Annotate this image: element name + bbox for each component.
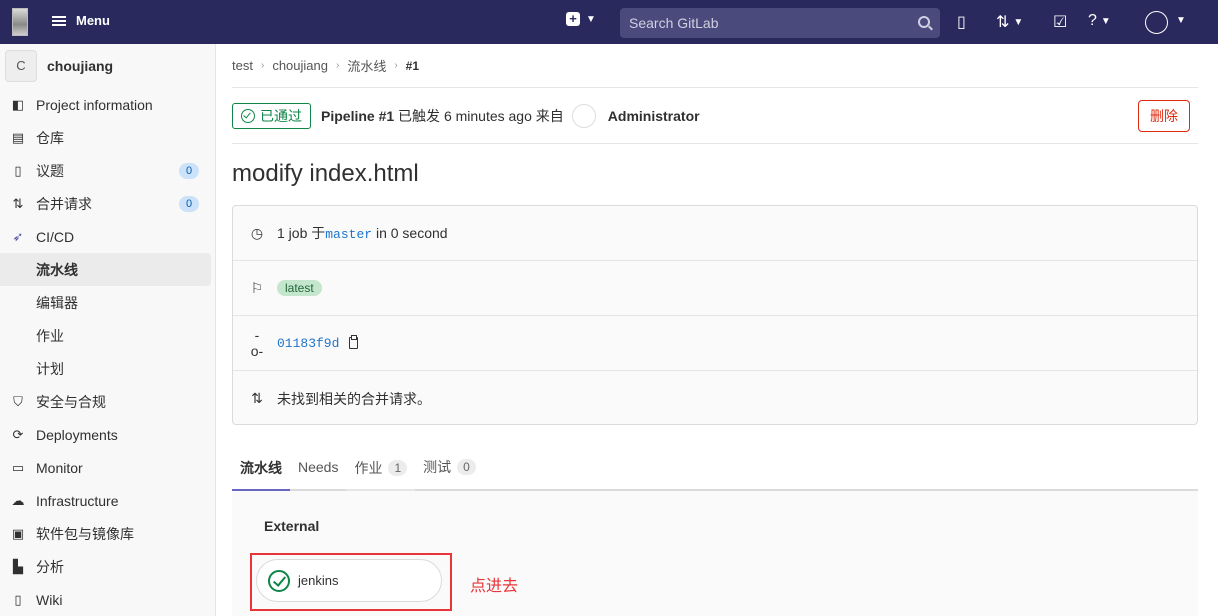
- clock-icon: ◷: [250, 224, 264, 241]
- chevron-down-icon[interactable]: ▼: [1176, 15, 1186, 26]
- breadcrumb-item[interactable]: choujiang: [272, 58, 328, 73]
- project-name: choujiang: [47, 58, 114, 74]
- flag-icon: ⚐: [250, 279, 264, 296]
- sidebar-item-issues[interactable]: ▯ 议题 0: [0, 154, 215, 187]
- sidebar-item-merge-requests[interactable]: ⇅ 合并请求 0: [0, 187, 215, 220]
- info-row-jobs: ◷ 1 job 于master in 0 second: [233, 206, 1197, 261]
- pipeline-header: 已通过 Pipeline #1 已触发 6 minutes ago 来自 Adm…: [232, 88, 1198, 144]
- top-navbar: Menu + ▼ ▯ ⇅▼ ☑ ?▼ ▼: [0, 0, 1218, 44]
- sidebar-item-pipelines[interactable]: 流水线: [0, 253, 211, 286]
- plus-icon: +: [566, 12, 580, 26]
- sidebar-item-wiki[interactable]: ▯ Wiki: [0, 583, 215, 616]
- check-circle-icon: [268, 569, 290, 592]
- chevron-down-icon: ▼: [586, 13, 596, 25]
- gitlab-logo[interactable]: [12, 8, 28, 36]
- tab-jobs[interactable]: 作业 1: [346, 447, 416, 491]
- issues-count-badge: 0: [179, 163, 199, 179]
- chevron-right-icon: ›: [394, 60, 398, 71]
- new-dropdown-button[interactable]: + ▼: [566, 12, 596, 26]
- breadcrumb: test › choujiang › 流水线 › #1: [232, 44, 1198, 88]
- breadcrumb-current[interactable]: #1: [406, 59, 419, 73]
- pipeline-title: Pipeline #1: [321, 107, 395, 124]
- issues-icon: ▯: [14, 162, 22, 178]
- latest-badge: latest: [277, 280, 322, 296]
- info-row-tags: ⚐ latest: [233, 261, 1197, 316]
- info-row-merge-request: ⇅ 未找到相关的合并请求。: [233, 371, 1197, 426]
- branch-link[interactable]: master: [325, 227, 372, 242]
- pipeline-tabs: 流水线 Needs 作业 1 测试 0: [232, 447, 1198, 491]
- deployments-icon: ⟳: [12, 426, 24, 442]
- status-badge[interactable]: 已通过: [232, 102, 311, 129]
- menu-button[interactable]: Menu: [52, 13, 110, 28]
- user-avatar-menu[interactable]: [1145, 11, 1168, 34]
- main-content: test › choujiang › 流水线 › #1 已通过 Pipeline…: [232, 44, 1198, 616]
- breadcrumb-item[interactable]: 流水线: [347, 56, 386, 75]
- pipeline-time: 6 minutes ago: [443, 107, 532, 124]
- sidebar-item-infrastructure[interactable]: ☁ Infrastructure: [0, 484, 215, 517]
- commit-sha-link[interactable]: 01183f9d: [277, 336, 339, 351]
- pipeline-user[interactable]: Administrator: [608, 108, 700, 124]
- search-box[interactable]: [620, 8, 940, 38]
- chevron-right-icon: ›: [260, 60, 265, 71]
- merge-request-icon: ⇅: [12, 195, 24, 211]
- doc-icon: ▤: [11, 129, 25, 145]
- sidebar-item-analytics[interactable]: ▙ 分析: [0, 550, 215, 583]
- page-title: modify index.html: [232, 160, 419, 187]
- hamburger-icon: [52, 15, 66, 26]
- monitor-icon: ▭: [11, 459, 25, 475]
- tab-needs[interactable]: Needs: [290, 445, 346, 489]
- project-avatar: C: [5, 50, 37, 82]
- sidebar-item-security[interactable]: ⛉ 安全与合规: [0, 385, 215, 418]
- sidebar-item-deployments[interactable]: ⟳ Deployments: [0, 418, 215, 451]
- sidebar-item-repository[interactable]: ▤ 仓库: [0, 121, 215, 154]
- pipeline-info-box: ◷ 1 job 于master in 0 second ⚐ latest -o-…: [232, 205, 1198, 425]
- annotation-text: 点进去: [470, 578, 519, 595]
- rocket-icon: ➶: [12, 228, 24, 244]
- issues-nav-icon[interactable]: ▯: [957, 12, 966, 32]
- breadcrumb-item[interactable]: test: [232, 58, 253, 73]
- pipeline-summary: Pipeline #1 已触发 6 minutes ago 来自: [321, 107, 564, 124]
- sidebar-project[interactable]: C choujiang: [0, 44, 215, 88]
- shield-icon: ⛉: [13, 393, 23, 409]
- sidebar-item-jobs[interactable]: 作业: [0, 319, 215, 352]
- check-circle-icon: [241, 108, 255, 123]
- tab-pipeline[interactable]: 流水线: [232, 447, 290, 491]
- job-name: jenkins: [298, 573, 339, 588]
- pipeline-graph: External jenkins 点进去: [232, 491, 1198, 616]
- sidebar: C choujiang ◧ Project information ▤ 仓库 ▯…: [0, 44, 216, 616]
- search-input[interactable]: [629, 15, 909, 31]
- help-icon[interactable]: ? ▼: [1088, 12, 1111, 30]
- tab-tests[interactable]: 测试 0: [415, 445, 484, 489]
- search-icon: [918, 16, 930, 28]
- merge-request-icon: ⇅: [251, 390, 263, 406]
- book-icon: ▯: [14, 591, 22, 607]
- avatar[interactable]: [571, 103, 596, 128]
- sidebar-item-packages[interactable]: ▣ 软件包与镜像库: [0, 517, 215, 550]
- package-icon: ▣: [11, 525, 25, 541]
- tests-count-badge: 0: [457, 459, 476, 475]
- merge-requests-nav-icon[interactable]: ⇅ ▼: [996, 12, 1023, 32]
- sidebar-item-schedules[interactable]: 计划: [0, 352, 215, 385]
- chart-icon: ▙: [13, 558, 23, 574]
- sidebar-item-editor[interactable]: 编辑器: [0, 286, 215, 319]
- info-row-commit: -o- 01183f9d: [233, 316, 1197, 371]
- todos-icon[interactable]: ☑: [1053, 12, 1067, 32]
- mr-count-badge: 0: [179, 196, 199, 212]
- commit-icon: -o-: [250, 327, 264, 359]
- sidebar-item-cicd[interactable]: ➶ CI/CD: [0, 220, 215, 253]
- stage-title: External: [264, 518, 320, 534]
- cloud-icon: ☁: [11, 492, 25, 508]
- sidebar-item-project-information[interactable]: ◧ Project information: [0, 88, 215, 121]
- jobs-count-badge: 1: [388, 460, 408, 476]
- menu-label: Menu: [76, 13, 110, 28]
- job-jenkins[interactable]: jenkins: [256, 559, 442, 602]
- sidebar-item-monitor[interactable]: ▭ Monitor: [0, 451, 215, 484]
- copy-icon[interactable]: [349, 335, 359, 349]
- chevron-right-icon: ›: [335, 60, 340, 71]
- info-icon: ◧: [11, 96, 25, 112]
- delete-button[interactable]: 删除: [1138, 100, 1190, 132]
